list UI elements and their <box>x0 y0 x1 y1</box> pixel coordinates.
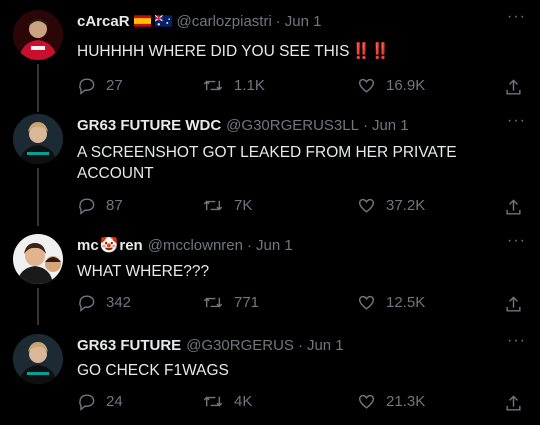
reply-icon <box>79 394 95 411</box>
tweet-actions: 342 771 12.5K <box>0 293 540 317</box>
heart-icon <box>358 78 375 93</box>
like-button[interactable]: 12.5K <box>357 293 425 312</box>
share-icon <box>506 199 521 215</box>
heart-icon <box>358 394 375 409</box>
tweet-header: cArcaR @carlozpiastri · Jun 1 <box>77 10 322 32</box>
timestamp[interactable]: Jun 1 <box>307 337 344 354</box>
clown-emoji: 🤡 <box>99 237 119 254</box>
retweet-icon <box>203 80 223 91</box>
reply-button[interactable]: 87 <box>77 196 123 215</box>
spain-flag-icon <box>133 15 151 27</box>
avatar[interactable] <box>13 10 63 60</box>
papaya-driver-avatar-icon <box>13 234 63 284</box>
share-button[interactable] <box>504 198 523 222</box>
handle[interactable]: @mcclownren <box>148 237 243 254</box>
mercedes-driver-avatar-icon <box>13 114 63 164</box>
retweet-count: 771 <box>234 294 260 311</box>
reply-button[interactable]: 27 <box>77 76 123 95</box>
retweet-button[interactable]: 1.1K <box>202 76 265 95</box>
tweet-header: mc 🤡 ren @mcclownren · Jun 1 <box>77 234 293 256</box>
australia-flag-icon <box>154 15 172 27</box>
avatar[interactable] <box>13 114 63 164</box>
retweet-button[interactable]: 771 <box>202 293 259 312</box>
retweet-icon <box>203 297 223 308</box>
retweet-count: 7K <box>234 197 253 214</box>
more-options-icon[interactable]: ··· <box>507 333 526 349</box>
avatar[interactable] <box>13 234 63 284</box>
avatar[interactable] <box>13 334 63 384</box>
more-options-icon[interactable]: ··· <box>507 113 526 129</box>
display-name[interactable]: GR63 FUTURE WDC <box>77 117 221 134</box>
display-name[interactable]: mc <box>77 237 99 254</box>
timestamp[interactable]: Jun 1 <box>372 117 409 134</box>
display-name-suffix[interactable]: ren <box>119 237 142 254</box>
tweet-text-content: HUHHHH WHERE DID YOU SEE THIS <box>77 43 350 60</box>
retweet-icon <box>203 396 223 407</box>
share-icon <box>506 395 521 411</box>
share-button[interactable] <box>504 78 523 102</box>
handle[interactable]: @G30RGERUS <box>186 337 294 354</box>
share-button[interactable] <box>504 394 523 418</box>
reply-button[interactable]: 342 <box>77 293 131 312</box>
reply-button[interactable]: 24 <box>77 392 123 411</box>
retweet-count: 1.1K <box>234 77 265 94</box>
tweet-actions: 24 4K 21.3K <box>0 392 540 416</box>
heart-icon <box>358 198 375 213</box>
display-name[interactable]: cArcaR <box>77 13 130 30</box>
separator: · <box>275 12 281 30</box>
like-count: 12.5K <box>386 294 426 311</box>
separator: · <box>246 236 252 254</box>
share-icon <box>506 296 521 312</box>
reply-icon <box>79 78 95 95</box>
reply-count: 342 <box>106 294 132 311</box>
like-button[interactable]: 37.2K <box>357 196 425 215</box>
like-button[interactable]: 16.9K <box>357 76 425 95</box>
reply-count: 87 <box>106 197 123 214</box>
display-name[interactable]: GR63 FUTURE <box>77 337 181 354</box>
heart-icon <box>358 295 375 310</box>
share-button[interactable] <box>504 295 523 319</box>
more-options-icon[interactable]: ··· <box>507 9 526 25</box>
tweet-text: GO CHECK F1WAGS <box>77 362 229 379</box>
like-count: 21.3K <box>386 393 426 410</box>
tweet-text: HUHHHH WHERE DID YOU SEE THIS ‼️‼️ <box>77 41 517 62</box>
red-racing-suit-avatar-icon <box>13 10 63 60</box>
tweet-header: GR63 FUTURE WDC @G30RGERUS3LL · Jun 1 <box>77 114 409 136</box>
reply-icon <box>79 295 95 312</box>
tweet-actions: 27 1.1K 16.9K <box>0 76 540 100</box>
reply-count: 24 <box>106 393 123 410</box>
handle[interactable]: @G30RGERUS3LL <box>226 117 359 134</box>
share-icon <box>506 79 521 95</box>
timestamp[interactable]: Jun 1 <box>256 237 293 254</box>
retweet-icon <box>203 200 223 211</box>
retweet-button[interactable]: 7K <box>202 196 252 215</box>
retweet-button[interactable]: 4K <box>202 392 252 411</box>
more-options-icon[interactable]: ··· <box>507 233 526 249</box>
retweet-count: 4K <box>234 393 253 410</box>
reply-icon <box>79 198 95 215</box>
like-button[interactable]: 21.3K <box>357 392 425 411</box>
timestamp[interactable]: Jun 1 <box>285 13 322 30</box>
tweet-text: WHAT WHERE??? <box>77 263 210 280</box>
tweet-text: A SCREENSHOT GOT LEAKED FROM HER PRIVATE… <box>77 144 457 182</box>
handle[interactable]: @carlozpiastri <box>177 13 272 30</box>
tweet-header: GR63 FUTURE @G30RGERUS · Jun 1 <box>77 334 344 356</box>
tweet-actions: 87 7K 37.2K <box>0 196 540 220</box>
like-count: 37.2K <box>386 197 426 214</box>
separator: · <box>362 116 368 134</box>
separator: · <box>297 336 303 354</box>
mercedes-driver-avatar-icon <box>13 334 63 384</box>
double-exclamation-emoji: ‼️‼️ <box>351 43 391 60</box>
like-count: 16.9K <box>386 77 426 94</box>
reply-count: 27 <box>106 77 123 94</box>
